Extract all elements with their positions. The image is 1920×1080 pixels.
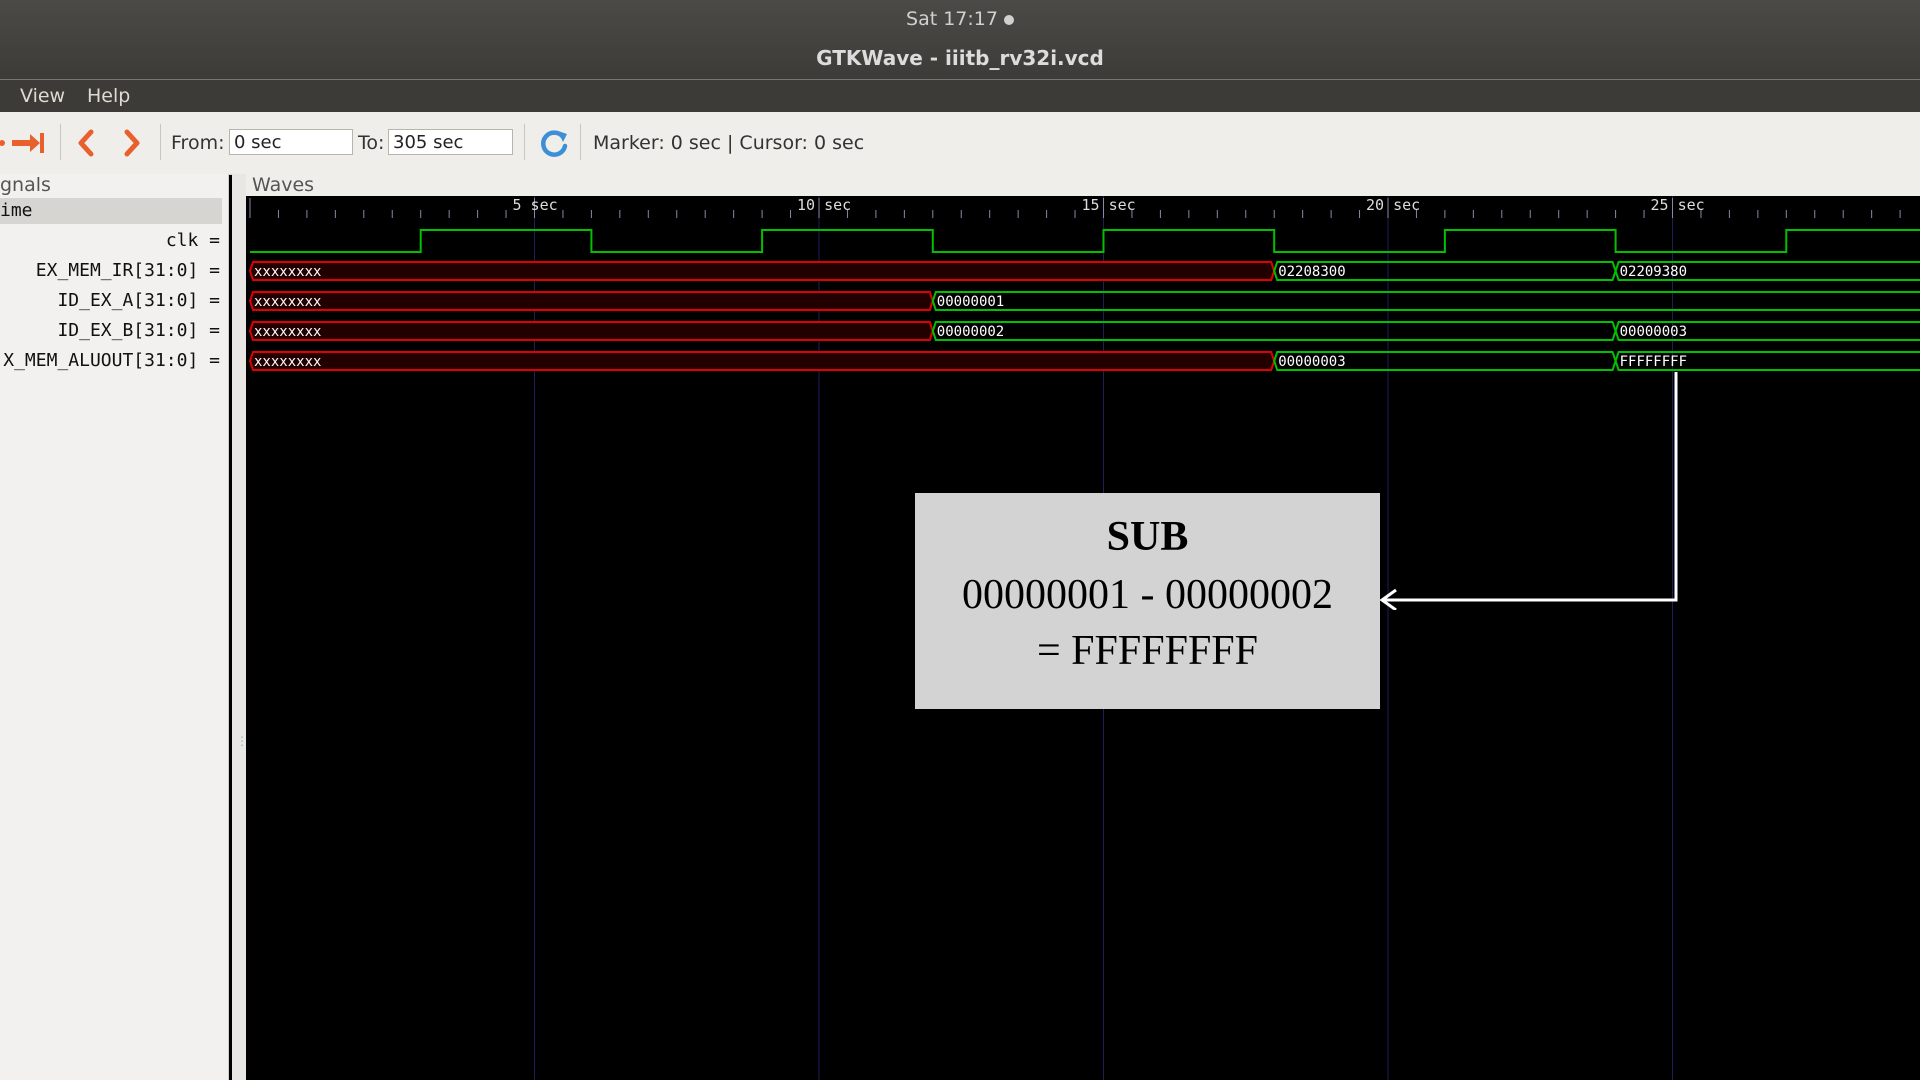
bus-value-label: xxxxxxxx [254, 294, 321, 310]
bus-segment-id_ex_b [248, 321, 934, 341]
window-title: GTKWave - iiitb_rv32i.vcd [816, 46, 1104, 70]
chevron-right-icon[interactable] [120, 128, 144, 158]
bus-value-label: FFFFFFFF [1620, 354, 1687, 370]
status-dot-icon [1003, 14, 1014, 25]
toolbar-separator [580, 124, 581, 160]
bus-value-label: 02208300 [1278, 264, 1345, 280]
to-label: To: [358, 132, 385, 154]
bus-value-label: xxxxxxxx [254, 354, 321, 370]
signal-row-ex-mem-aluout[interactable]: X_MEM_ALUOUT[31:0] = [3, 350, 220, 371]
waves-header-label: Waves [252, 174, 315, 196]
signal-panel: gnals ime clk = EX_MEM_IR[31:0] = ID_EX_… [0, 174, 229, 1080]
menu-view[interactable]: View [20, 85, 65, 107]
pane-splitter[interactable]: ⋮ [232, 174, 248, 1080]
bus-segment-x_mem_aluout [248, 351, 1276, 371]
toolbar-separator [60, 124, 61, 160]
from-field[interactable] [229, 129, 353, 155]
clk-waveform [250, 229, 1920, 253]
menubar: View Help [0, 80, 1920, 112]
annotation-box: SUB 00000001 - 00000002 = FFFFFFFF [915, 493, 1380, 709]
ruler-label: 10 sec [797, 196, 851, 214]
menu-help[interactable]: Help [87, 85, 130, 107]
signal-row-clk[interactable]: clk = [166, 230, 220, 251]
signal-row-id-ex-a[interactable]: ID_EX_A[31:0] = [57, 290, 220, 311]
ruler-label: 15 sec [1082, 196, 1136, 214]
annotation-arrow [1379, 372, 1678, 610]
ruler-label: 5 sec [513, 196, 558, 214]
signal-row-id-ex-b[interactable]: ID_EX_B[31:0] = [57, 320, 220, 341]
ruler-label: 25 sec [1651, 196, 1705, 214]
bus-segment-id_ex_b [931, 321, 1617, 341]
bus-value-label: 00000002 [937, 324, 1004, 340]
reload-icon[interactable] [538, 128, 570, 160]
clock[interactable]: Sat 17:17 [0, 8, 1920, 30]
marker-cursor-status: Marker: 0 sec | Cursor: 0 sec [593, 132, 865, 154]
bus-value-label: 00000003 [1278, 354, 1345, 370]
waves-header: Waves [246, 174, 1920, 196]
signal-row-ex-mem-ir[interactable]: EX_MEM_IR[31:0] = [36, 260, 220, 281]
bus-value-label: xxxxxxxx [254, 324, 321, 340]
signal-time-row[interactable]: ime [0, 198, 222, 224]
ruler-label: 20 sec [1366, 196, 1420, 214]
annotation-title: SUB [1106, 514, 1189, 560]
go-to-end-icon[interactable] [0, 128, 48, 158]
bus-value-label: 00000001 [937, 294, 1004, 310]
chevron-left-icon[interactable] [74, 128, 98, 158]
bus-value-label: 02209380 [1620, 264, 1687, 280]
to-field[interactable] [388, 129, 513, 155]
system-top-bar: Sat 17:17 GTKWave - iiitb_rv32i.vcd [0, 0, 1920, 80]
toolbar-separator [160, 124, 161, 160]
bus-value-label: 00000003 [1620, 324, 1687, 340]
toolbar-separator [524, 124, 525, 160]
bus-segment-id_ex_a [248, 291, 934, 311]
annotation-result: = FFFFFFFF [1036, 628, 1259, 674]
bus-segment-ex_mem_ir [248, 261, 1276, 281]
bus-value-label: xxxxxxxx [254, 264, 321, 280]
from-label: From: [171, 132, 225, 154]
clock-text: Sat 17:17 [906, 8, 998, 30]
signals-header: gnals [0, 174, 51, 196]
bus-segment-id_ex_a [931, 291, 1920, 311]
toolbar: From: To: Marker: 0 sec | Cursor: 0 sec [0, 112, 1920, 175]
annotation-expression: 00000001 - 00000002 [962, 572, 1333, 618]
